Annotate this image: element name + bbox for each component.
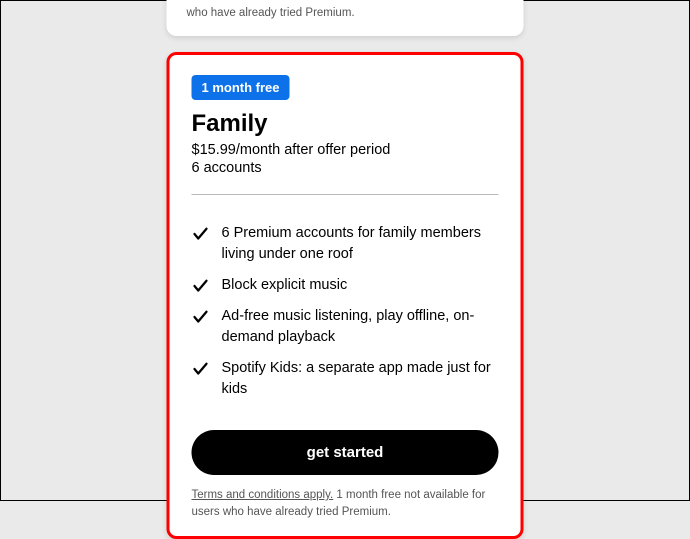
get-started-button[interactable]: get started (192, 430, 499, 475)
feature-item: Ad-free music listening, play offline, o… (192, 306, 499, 348)
feature-text: 6 Premium accounts for family members li… (222, 223, 499, 265)
plan-title: Family (192, 110, 499, 138)
feature-item: Spotify Kids: a separate app made just f… (192, 358, 499, 400)
plan-price: $15.99/month after offer period (192, 142, 499, 158)
check-icon (192, 225, 210, 243)
check-icon (192, 360, 210, 378)
feature-text: Ad-free music listening, play offline, o… (222, 306, 499, 348)
feature-text: Spotify Kids: a separate app made just f… (222, 358, 499, 400)
divider (192, 194, 499, 195)
feature-item: 6 Premium accounts for family members li… (192, 223, 499, 265)
feature-list: 6 Premium accounts for family members li… (192, 223, 499, 400)
check-icon (192, 308, 210, 326)
plan-card-family: 1 month free Family $15.99/month after o… (167, 52, 524, 539)
feature-item: Block explicit music (192, 275, 499, 296)
previous-plan-footer-text: who have already tried Premium. (187, 5, 504, 22)
feature-text: Block explicit music (222, 275, 348, 296)
terms-link[interactable]: Terms and conditions apply. (192, 489, 334, 501)
previous-plan-card-partial: who have already tried Premium. (167, 0, 524, 36)
promo-badge: 1 month free (192, 75, 290, 100)
plan-accounts: 6 accounts (192, 160, 499, 176)
check-icon (192, 277, 210, 295)
fine-print: Terms and conditions apply. 1 month free… (192, 487, 499, 520)
